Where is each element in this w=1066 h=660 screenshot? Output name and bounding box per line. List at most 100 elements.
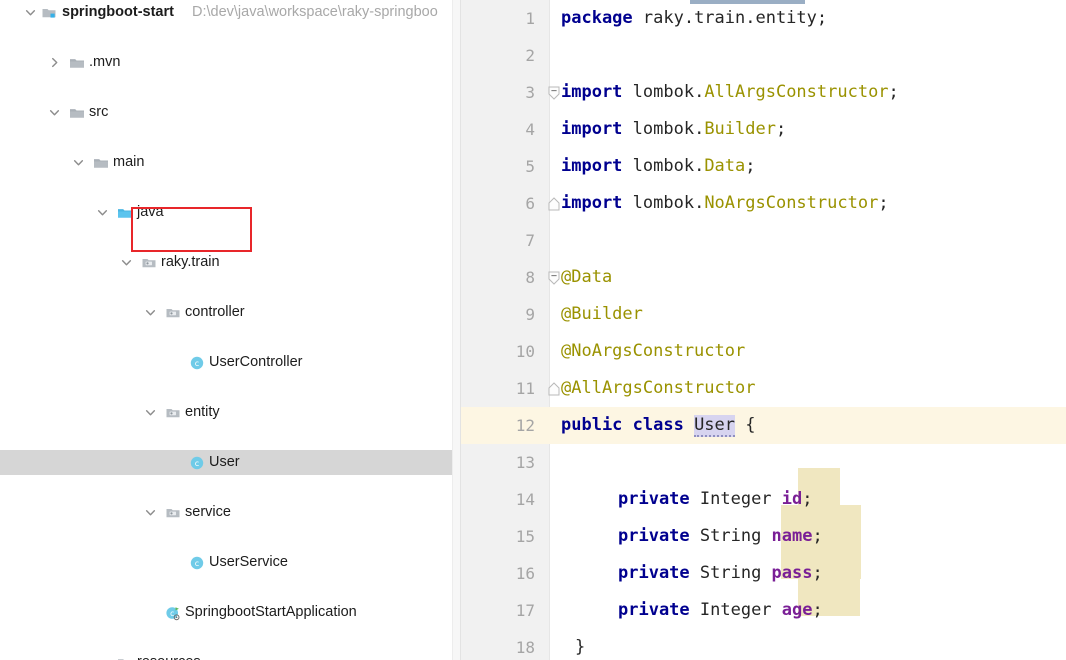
code-line[interactable]: 15 private String name; xyxy=(461,518,1066,555)
code-line-text: @Data xyxy=(561,259,612,296)
tree-row-springbootstartapplication[interactable]: c SpringbootStartApplication xyxy=(0,600,460,625)
code-line[interactable]: 1 package raky.train.entity; xyxy=(461,0,1066,37)
chevron-down-icon[interactable] xyxy=(48,100,60,125)
fold-end-icon[interactable] xyxy=(547,370,560,407)
tree-row-label: service xyxy=(185,504,231,520)
code-line[interactable]: 9 @Builder xyxy=(461,296,1066,333)
tree-row-java[interactable]: java xyxy=(0,200,460,225)
code-line[interactable]: 18} xyxy=(461,629,1066,660)
code-classname: AllArgsConstructor xyxy=(704,82,889,102)
code-field: name xyxy=(771,526,813,546)
chevron-down-icon[interactable] xyxy=(96,650,108,660)
svg-text:c: c xyxy=(194,459,198,468)
code-line-text: } xyxy=(575,629,585,660)
resources-folder-icon xyxy=(116,650,133,660)
code-type: String xyxy=(689,563,772,583)
code-line[interactable]: 8 @Data xyxy=(461,259,1066,296)
code-line[interactable]: 11 @AllArgsConstructor xyxy=(461,370,1066,407)
line-number: 8 xyxy=(525,268,535,287)
tree-row-label: springboot-start xyxy=(62,4,174,20)
tree-row-service[interactable]: service xyxy=(0,500,460,525)
chevron-down-icon[interactable] xyxy=(144,400,156,425)
code-type: String xyxy=(689,526,772,546)
tree-row-label: controller xyxy=(185,304,245,320)
code-annotation: @NoArgsConstructor xyxy=(561,341,746,361)
line-number: 9 xyxy=(525,305,535,324)
tree-row-label: entity xyxy=(185,404,220,420)
fold-start-icon[interactable] xyxy=(547,74,560,111)
code-content[interactable]: 1 package raky.train.entity; 2 3 import lomb… xyxy=(461,0,1066,660)
code-keyword: import xyxy=(561,119,623,139)
code-keyword: package xyxy=(561,8,633,28)
tree-row-label: UserService xyxy=(209,554,288,570)
chevron-down-icon[interactable] xyxy=(120,250,132,275)
svg-text:c: c xyxy=(194,559,198,568)
code-annotation: @AllArgsConstructor xyxy=(561,378,756,398)
code-line[interactable]: 13 xyxy=(461,444,1066,481)
chevron-down-icon[interactable] xyxy=(96,200,108,225)
project-path: D:\dev\java\workspace\raky-springboo xyxy=(192,4,438,20)
spring-class-icon: c xyxy=(164,600,181,625)
code-text: lombok. xyxy=(622,193,705,213)
tree-row-resources[interactable]: resources xyxy=(0,650,460,660)
code-field: id xyxy=(781,489,803,509)
code-type: Integer xyxy=(689,600,782,620)
code-line[interactable]: 6 import lombok.NoArgsConstructor; xyxy=(461,185,1066,222)
code-field: age xyxy=(781,600,813,620)
tree-row-raky-train[interactable]: raky.train xyxy=(0,250,460,275)
java-class-icon: c xyxy=(188,450,205,475)
code-line[interactable]: 12 public class User { xyxy=(461,407,1066,444)
tree-row-mvn[interactable]: .mvn xyxy=(0,50,460,75)
line-number: 6 xyxy=(525,194,535,213)
code-field: pass xyxy=(771,563,813,583)
code-line[interactable]: 3 import lombok.AllArgsConstructor; xyxy=(461,74,1066,111)
line-number: 14 xyxy=(515,490,535,509)
tree-row-main[interactable]: main xyxy=(0,150,460,175)
code-line-text: import lombok.NoArgsConstructor; xyxy=(561,185,889,222)
fold-end-icon[interactable] xyxy=(547,185,560,222)
chevron-down-icon[interactable] xyxy=(72,150,84,175)
tree-row-label: java xyxy=(137,204,164,220)
tree-row-label: raky.train xyxy=(161,254,220,270)
chevron-down-icon[interactable] xyxy=(144,500,156,525)
code-keyword: private xyxy=(618,526,690,546)
code-line[interactable]: 7 xyxy=(461,222,1066,259)
tree-row-entity[interactable]: entity xyxy=(0,400,460,425)
code-line[interactable]: 4 import lombok.Builder; xyxy=(461,111,1066,148)
code-keyword: private xyxy=(618,489,690,509)
code-line[interactable]: 14 private Integer id; xyxy=(461,481,1066,518)
tree-row-label: .mvn xyxy=(89,54,121,70)
code-line[interactable]: 10 @NoArgsConstructor xyxy=(461,333,1066,370)
chevron-down-icon[interactable] xyxy=(144,300,156,325)
fold-start-icon[interactable] xyxy=(547,259,560,296)
code-line-text: @AllArgsConstructor xyxy=(561,370,755,407)
code-line-text: private String name; xyxy=(618,518,823,555)
tree-row-userservice[interactable]: c UserService xyxy=(0,550,460,575)
code-text: ; xyxy=(775,119,787,139)
tree-row-root[interactable]: springboot-start D:\dev\java\workspace\ra… xyxy=(0,0,460,25)
code-line[interactable]: 17 private Integer age; xyxy=(461,592,1066,629)
chevron-down-icon[interactable] xyxy=(24,0,36,25)
code-keyword: import xyxy=(561,193,623,213)
folder-icon xyxy=(92,150,109,175)
code-line[interactable]: 2 xyxy=(461,37,1066,74)
module-icon xyxy=(40,0,57,25)
code-text: ; xyxy=(888,82,899,102)
package-icon xyxy=(140,250,157,275)
code-line[interactable]: 16 private String pass; xyxy=(461,555,1066,592)
chevron-right-icon[interactable] xyxy=(48,50,60,75)
tree-scrollbar[interactable] xyxy=(452,0,460,660)
tree-row-usercontroller[interactable]: c UserController xyxy=(0,350,460,375)
project-tree-rows[interactable]: springboot-start D:\dev\java\workspace\ra… xyxy=(0,0,460,660)
project-tree-panel[interactable]: springboot-start D:\dev\java\workspace\ra… xyxy=(0,0,460,660)
tree-row-src[interactable]: src xyxy=(0,100,460,125)
code-keyword: import xyxy=(561,156,623,176)
code-line-text: import lombok.AllArgsConstructor; xyxy=(561,74,899,111)
code-line[interactable]: 5 import lombok.Data; xyxy=(461,148,1066,185)
tree-row-user[interactable]: c User xyxy=(0,450,460,475)
tree-row-controller[interactable]: controller xyxy=(0,300,460,325)
tree-row-label: SpringbootStartApplication xyxy=(185,604,357,620)
code-editor[interactable]: 1 package raky.train.entity; 2 3 import lomb… xyxy=(461,0,1066,660)
folder-icon xyxy=(68,50,85,75)
tree-row-label: src xyxy=(89,104,109,120)
